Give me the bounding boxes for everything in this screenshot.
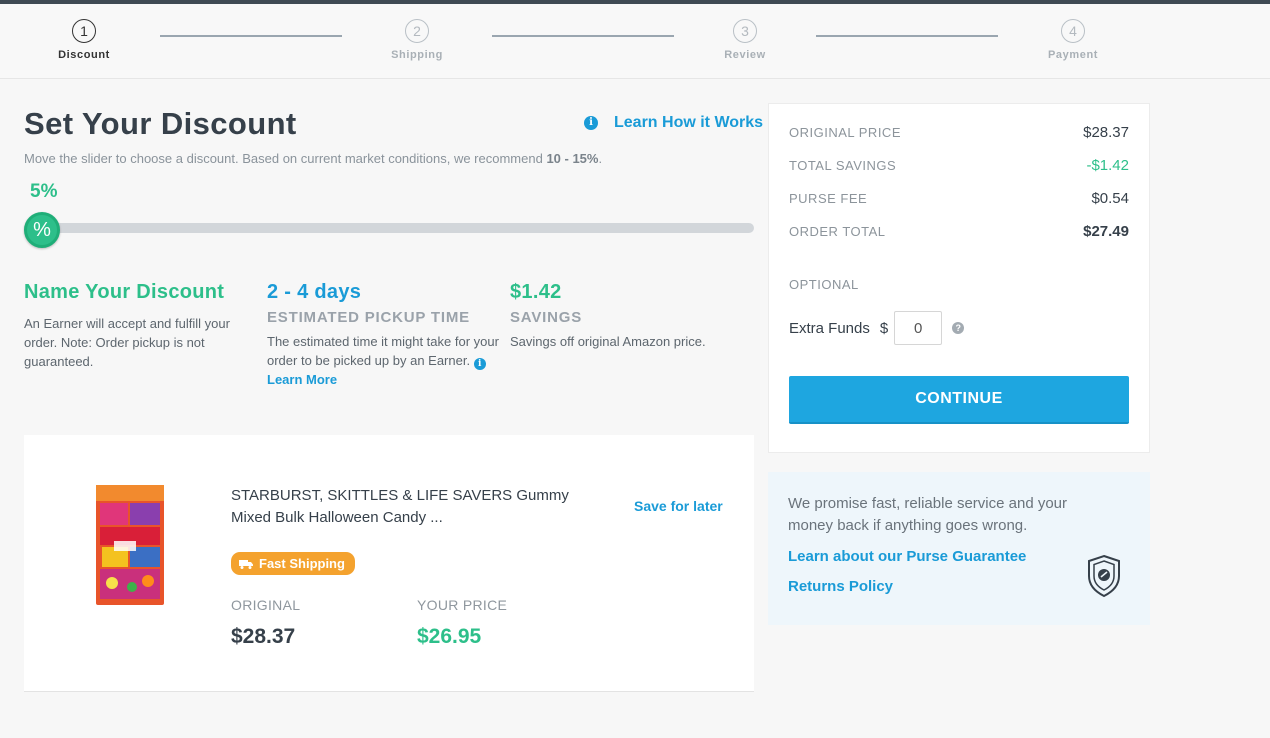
step-connector bbox=[160, 35, 342, 37]
pickup-days: 2 - 4 days bbox=[267, 281, 362, 303]
step-label: Payment bbox=[1047, 49, 1099, 61]
step-label: Discount bbox=[58, 49, 110, 61]
summary-row-savings: TOTAL SAVINGS -$1.42 bbox=[789, 157, 1129, 174]
step-connector bbox=[492, 35, 674, 37]
learn-how-link[interactable]: i Learn How it Works bbox=[584, 114, 763, 132]
slider-value-label: 5% bbox=[30, 181, 58, 202]
savings-text: Savings off original Amazon price. bbox=[510, 334, 706, 349]
original-price-val: $28.37 bbox=[1083, 124, 1129, 141]
pickup-text: The estimated time it might take for you… bbox=[267, 332, 499, 389]
step-label: Review bbox=[724, 49, 766, 61]
extra-funds-input[interactable] bbox=[894, 311, 943, 345]
pickup-description: The estimated time it might take for you… bbox=[267, 334, 499, 368]
product-image bbox=[96, 485, 164, 605]
learn-how-label: Learn How it Works bbox=[614, 114, 764, 131]
step-number: 2 bbox=[405, 19, 429, 43]
help-icon[interactable]: ? bbox=[952, 322, 965, 334]
total-savings-val: -$1.42 bbox=[1086, 157, 1129, 174]
step-discount[interactable]: 1 Discount bbox=[44, 19, 124, 61]
shield-icon bbox=[1088, 554, 1120, 598]
checkout-stepper: 1 Discount 2 Shipping 3 Review 4 Payment bbox=[0, 4, 1270, 79]
step-number: 3 bbox=[733, 19, 757, 43]
guarantee-text: We promise fast, reliable service and yo… bbox=[788, 495, 1068, 534]
continue-button[interactable]: CONTINUE bbox=[789, 376, 1129, 424]
optional-label: OPTIONAL bbox=[789, 277, 859, 292]
guarantee-card: We promise fast, reliable service and yo… bbox=[768, 472, 1150, 625]
save-for-later-link[interactable]: Save for later bbox=[634, 498, 723, 514]
purse-fee-val: $0.54 bbox=[1091, 190, 1129, 207]
summary-row-total: ORDER TOTAL $27.49 bbox=[789, 223, 1129, 240]
extra-funds-row: Extra Funds $ ? bbox=[789, 311, 965, 345]
discount-subtitle: Move the slider to choose a discount. Ba… bbox=[24, 151, 602, 166]
fast-shipping-label: Fast Shipping bbox=[259, 556, 345, 571]
discount-slider-handle[interactable]: % bbox=[24, 212, 60, 248]
name-discount-title: Name Your Discount bbox=[24, 281, 225, 303]
product-name[interactable]: STARBURST, SKITTLES & LIFE SAVERS Gummy … bbox=[231, 485, 591, 529]
step-payment[interactable]: 4 Payment bbox=[1033, 19, 1113, 61]
purse-guarantee-link[interactable]: Learn about our Purse Guarantee bbox=[788, 548, 1026, 565]
pickup-caption: ESTIMATED PICKUP TIME bbox=[267, 309, 470, 326]
your-price-label: YOUR PRICE bbox=[417, 597, 508, 613]
step-label: Shipping bbox=[391, 49, 443, 61]
name-discount-text: An Earner will accept and fulfill your o… bbox=[24, 316, 230, 369]
recommended-range: 10 - 15% bbox=[546, 151, 599, 166]
savings-column: $1.42 SAVINGS Savings off original Amazo… bbox=[510, 281, 750, 351]
currency-symbol: $ bbox=[879, 319, 889, 337]
extra-funds-label: Extra Funds bbox=[789, 319, 870, 337]
step-number: 4 bbox=[1061, 19, 1085, 43]
step-connector bbox=[816, 35, 998, 37]
page-title: Set Your Discount bbox=[24, 106, 297, 141]
summary-row-original: ORIGINAL PRICE $28.37 bbox=[789, 124, 1129, 141]
summary-row-fee: PURSE FEE $0.54 bbox=[789, 190, 1129, 207]
product-card: STARBURST, SKITTLES & LIFE SAVERS Gummy … bbox=[24, 435, 754, 692]
subtitle-text: Move the slider to choose a discount. Ba… bbox=[24, 151, 547, 166]
info-icon: i bbox=[584, 116, 598, 130]
step-shipping[interactable]: 2 Shipping bbox=[377, 19, 457, 61]
info-icon: i bbox=[473, 358, 486, 370]
fast-shipping-badge: Fast Shipping bbox=[231, 552, 355, 575]
original-price-value: $28.37 bbox=[231, 625, 296, 648]
order-summary-card: ORIGINAL PRICE $28.37 TOTAL SAVINGS -$1.… bbox=[768, 103, 1150, 453]
name-discount-column: Name Your Discount An Earner will accept… bbox=[24, 281, 254, 371]
purse-fee-key: PURSE FEE bbox=[789, 191, 868, 206]
your-price-value: $26.95 bbox=[417, 625, 482, 648]
returns-policy-link[interactable]: Returns Policy bbox=[788, 578, 893, 595]
order-total-val: $27.49 bbox=[1083, 223, 1129, 240]
step-review[interactable]: 3 Review bbox=[705, 19, 785, 61]
discount-slider-track[interactable] bbox=[24, 223, 754, 233]
order-total-key: ORDER TOTAL bbox=[789, 224, 886, 239]
pickup-time-column: 2 - 4 days ESTIMATED PICKUP TIME The est… bbox=[267, 281, 499, 389]
step-number: 1 bbox=[72, 19, 96, 43]
savings-amount: $1.42 bbox=[510, 281, 562, 303]
original-price-key: ORIGINAL PRICE bbox=[789, 125, 901, 140]
original-price-label: ORIGINAL bbox=[231, 597, 301, 613]
learn-more-label: Learn More bbox=[267, 372, 338, 387]
truck-icon bbox=[239, 559, 253, 569]
subtitle-end: . bbox=[598, 151, 603, 166]
total-savings-key: TOTAL SAVINGS bbox=[789, 158, 897, 173]
savings-caption: SAVINGS bbox=[510, 309, 583, 326]
